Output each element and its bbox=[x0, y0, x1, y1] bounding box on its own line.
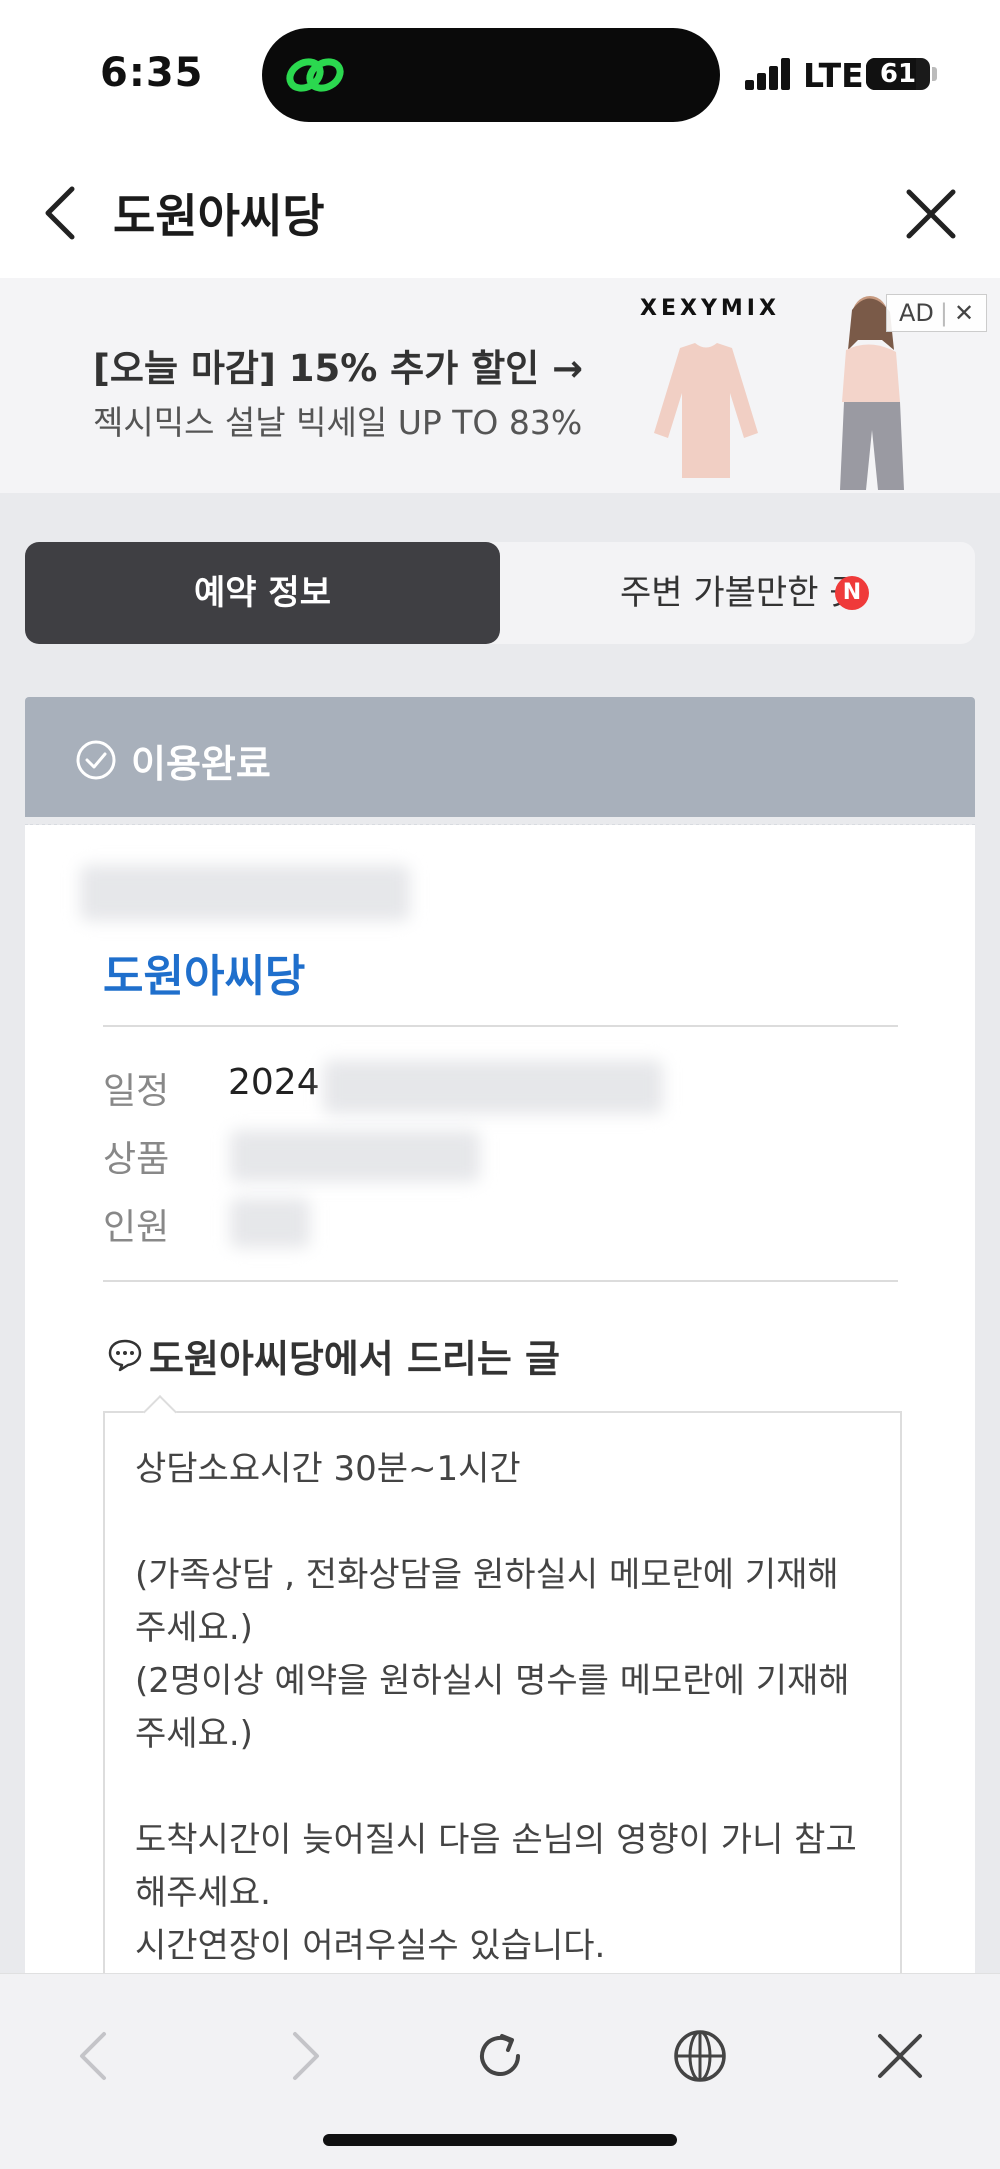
speech-bubble-icon bbox=[108, 1339, 142, 1372]
blurred-product bbox=[230, 1130, 480, 1182]
globe-icon[interactable] bbox=[670, 2026, 730, 2086]
host-message-title: 도원아씨당에서 드리는 글 bbox=[149, 1337, 561, 1381]
link-app-icon bbox=[286, 58, 344, 92]
people-label: 인원 bbox=[103, 1207, 170, 1248]
blurred-people bbox=[230, 1198, 310, 1248]
chevron-left-icon[interactable] bbox=[66, 2026, 126, 2086]
message-line: (2명이상 예약을 원하실시 명수를 메모란에 기재해 bbox=[135, 1661, 850, 1701]
battery-level: 61 bbox=[879, 59, 917, 89]
new-badge: N bbox=[835, 576, 869, 610]
home-indicator bbox=[323, 2134, 677, 2146]
status-bar: 6:35 LTE 61 bbox=[0, 0, 1000, 150]
blurred-reservation-number bbox=[80, 865, 410, 921]
message-line: 주세요.) bbox=[135, 1608, 253, 1648]
product-label: 상품 bbox=[103, 1139, 170, 1180]
schedule-label: 일정 bbox=[103, 1071, 170, 1112]
signal-icon bbox=[745, 58, 793, 90]
battery-icon: 61 bbox=[866, 58, 930, 90]
nav-header: 도원아씨당 bbox=[0, 150, 1000, 278]
ad-label[interactable]: AD | ✕ bbox=[886, 294, 988, 332]
host-message-box: 상담소요시간 30분~1시간 (가족상담 , 전화상담을 원하실시 메모란에 기… bbox=[103, 1395, 902, 2047]
message-line: 상담소요시간 30분~1시간 bbox=[135, 1449, 521, 1489]
tab-bar: 예약 정보 주변 가볼만한 곳 N bbox=[25, 542, 975, 644]
schedule-value: 2024 bbox=[228, 1062, 320, 1103]
tab-reservation-info[interactable]: 예약 정보 bbox=[25, 542, 500, 644]
ad-product-image[interactable] bbox=[650, 338, 762, 488]
page-title: 도원아씨당 bbox=[113, 189, 325, 243]
tab-label: 주변 가볼만한 곳 bbox=[620, 573, 861, 613]
status-label: 이용완료 bbox=[131, 742, 271, 786]
chevron-right-icon[interactable] bbox=[273, 2026, 333, 2086]
close-icon[interactable] bbox=[870, 2026, 930, 2086]
place-name[interactable]: 도원아씨당 bbox=[103, 940, 305, 1004]
ad-label-text: AD bbox=[899, 299, 934, 327]
chevron-left-icon[interactable] bbox=[38, 183, 86, 243]
status-time: 6:35 bbox=[100, 50, 204, 96]
message-line: 해주세요. bbox=[135, 1873, 271, 1913]
tab-nearby-places[interactable]: 주변 가볼만한 곳 N bbox=[500, 542, 975, 644]
ad-subtitle[interactable]: 젝시믹스 설날 빅세일 UP TO 83% bbox=[93, 396, 582, 444]
message-line: (가족상담 , 전화상담을 원하실시 메모란에 기재해 bbox=[135, 1555, 839, 1595]
ad-close-icon[interactable]: ✕ bbox=[954, 299, 974, 327]
close-icon[interactable] bbox=[903, 186, 959, 242]
divider bbox=[103, 1280, 898, 1282]
check-circle-icon bbox=[76, 740, 116, 780]
reservation-card: 도원아씨당 일정 2024 상품 인원 도원아씨당에서 드리는 글 상담소요시간… bbox=[25, 825, 975, 2047]
divider bbox=[103, 1025, 898, 1027]
message-notch bbox=[143, 1395, 177, 1429]
ad-brand: XEXYMIX bbox=[640, 296, 780, 321]
tab-label: 예약 정보 bbox=[194, 573, 331, 613]
status-card: 이용완료 bbox=[25, 697, 975, 817]
message-line: 주세요.) bbox=[135, 1714, 253, 1754]
network-type: LTE bbox=[803, 56, 864, 95]
blurred-schedule bbox=[323, 1060, 663, 1114]
ad-title[interactable]: [오늘 마감] 15% 추가 할인 → bbox=[93, 338, 583, 392]
message-line: 시간연장이 어려우실수 있습니다. bbox=[135, 1926, 606, 1966]
battery-tip bbox=[932, 67, 937, 81]
ad-banner[interactable]: [오늘 마감] 15% 추가 할인 → 젝시믹스 설날 빅세일 UP TO 83… bbox=[0, 278, 1000, 493]
reload-icon[interactable] bbox=[470, 2026, 530, 2086]
message-line: 도착시간이 늦어질시 다음 손님의 영향이 가니 참고 bbox=[135, 1820, 857, 1860]
